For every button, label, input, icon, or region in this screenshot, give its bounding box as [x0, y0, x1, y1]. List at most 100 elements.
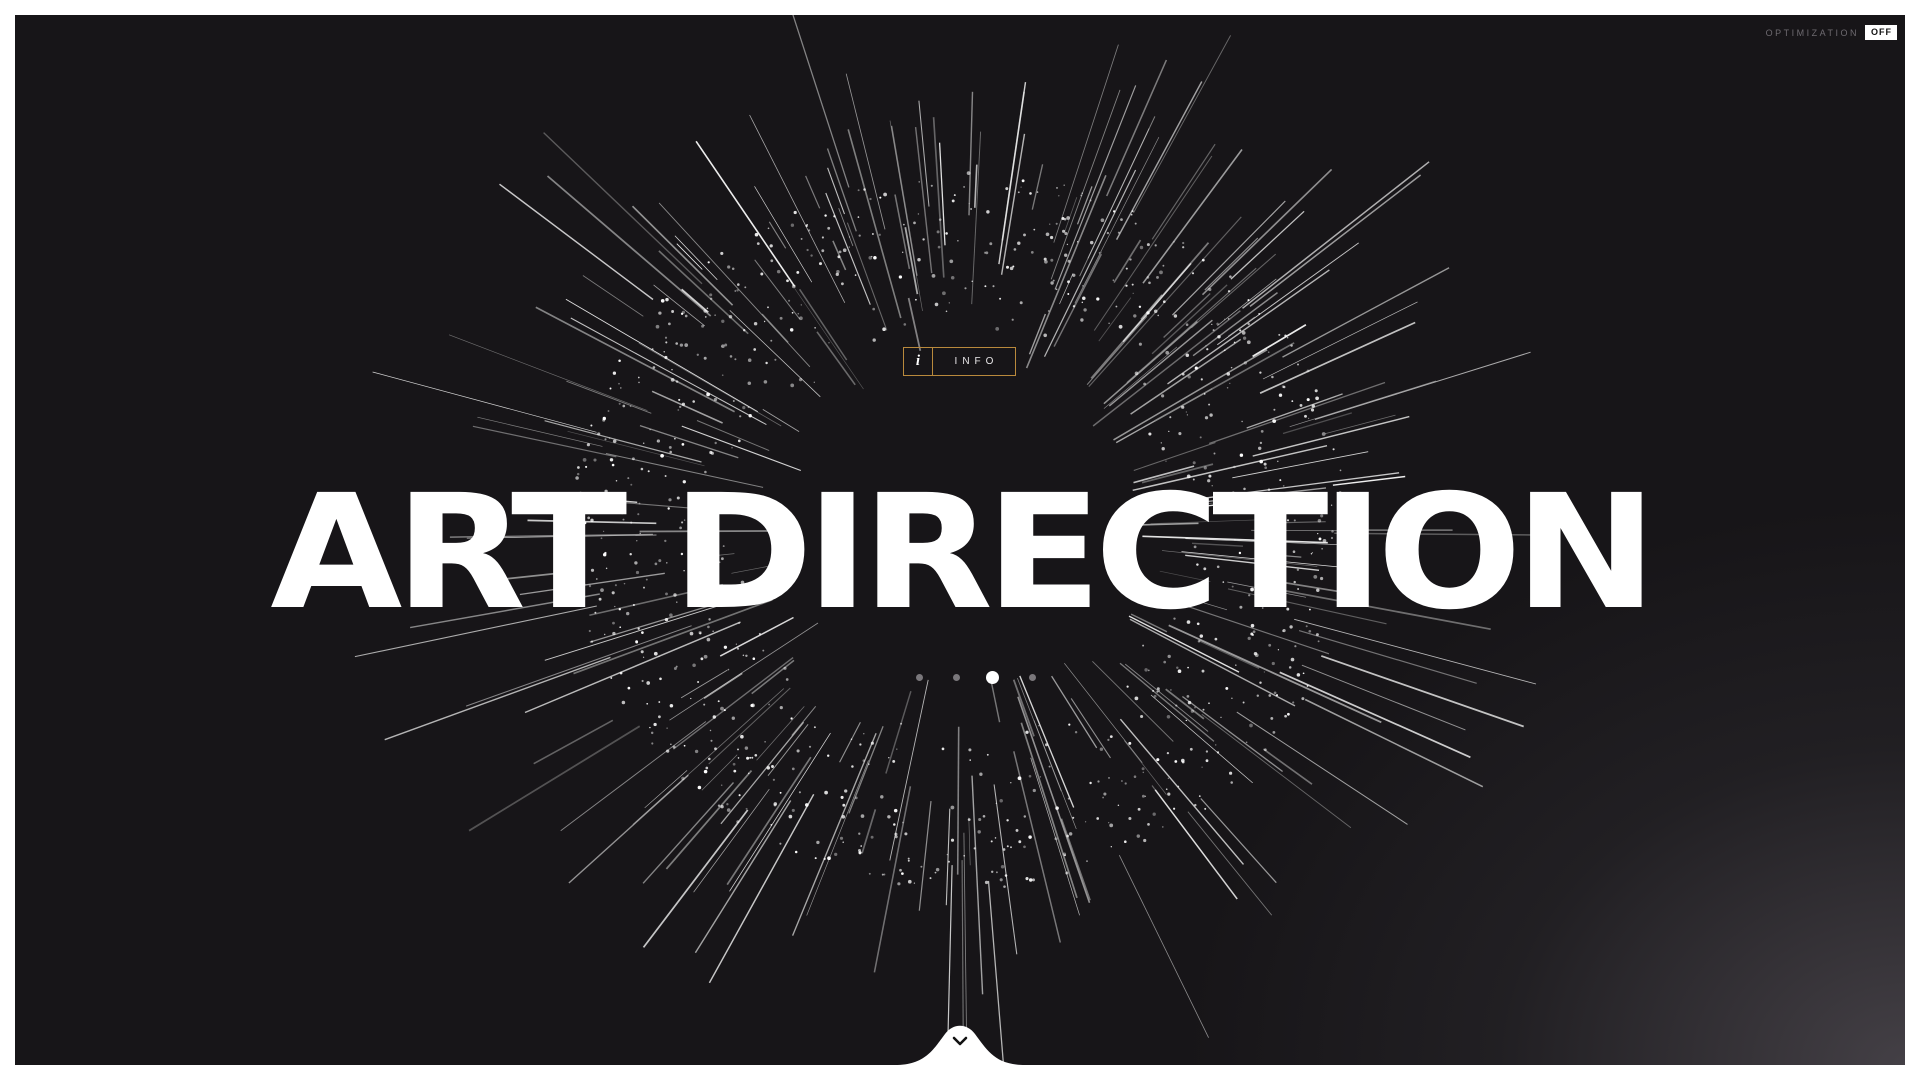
- burst-particle: [762, 649, 765, 652]
- burst-particle: [1067, 259, 1071, 263]
- burst-particle: [1100, 218, 1105, 223]
- burst-particle: [1017, 776, 1022, 781]
- burst-ray: [1171, 200, 1286, 316]
- burst-particle: [834, 852, 838, 857]
- burst-particle: [714, 314, 716, 316]
- scroll-down-button[interactable]: [895, 1018, 1025, 1065]
- burst-particle: [837, 255, 841, 259]
- burst-particle: [1235, 664, 1237, 666]
- burst-particle: [1143, 838, 1147, 843]
- burst-ray: [839, 722, 861, 763]
- burst-particle: [904, 832, 908, 836]
- burst-ray: [756, 706, 805, 761]
- burst-particle: [791, 767, 795, 771]
- burst-particle: [1175, 704, 1178, 707]
- pagination-dot[interactable]: [915, 673, 923, 681]
- burst-ray: [791, 705, 817, 736]
- burst-particle: [1227, 318, 1230, 320]
- burst-ray: [665, 770, 753, 870]
- burst-particle: [670, 743, 672, 745]
- burst-particle: [1214, 744, 1217, 746]
- burst-ray: [1142, 149, 1243, 284]
- pagination-dot-active[interactable]: [985, 670, 999, 684]
- burst-particle: [1167, 792, 1171, 796]
- burst-particle: [720, 784, 723, 786]
- burst-particle: [1047, 310, 1050, 312]
- burst-ray: [1033, 720, 1077, 830]
- burst-ray: [971, 131, 982, 305]
- burst-ray: [1262, 301, 1418, 380]
- burst-particle: [1011, 318, 1014, 321]
- burst-particle: [950, 805, 955, 810]
- burst-ray: [826, 148, 857, 232]
- burst-ray: [749, 114, 846, 303]
- burst-particle: [1013, 248, 1017, 251]
- burst-ray: [768, 221, 787, 249]
- burst-particle: [986, 753, 989, 756]
- burst-particle: [902, 251, 904, 253]
- pagination-dot[interactable]: [952, 673, 960, 681]
- burst-particle: [710, 297, 713, 300]
- burst-particle: [744, 286, 747, 289]
- burst-particle: [706, 392, 710, 397]
- burst-particle: [953, 194, 956, 197]
- burst-particle: [1173, 241, 1175, 243]
- burst-ray: [1304, 698, 1484, 788]
- burst-particle: [1153, 694, 1157, 698]
- burst-particle: [602, 416, 606, 421]
- burst-particle: [1177, 669, 1182, 674]
- burst-particle: [684, 343, 689, 347]
- burst-particle: [971, 280, 973, 282]
- optimization-toggle[interactable]: OPTIMIZATION OFF: [1766, 25, 1897, 40]
- burst-particle: [1263, 671, 1266, 673]
- burst-particle: [705, 766, 709, 770]
- burst-particle: [903, 223, 905, 226]
- burst-ray: [1249, 174, 1422, 307]
- burst-particle: [1278, 393, 1283, 397]
- burst-particle: [1259, 441, 1263, 445]
- burst-particle: [842, 248, 847, 253]
- burst-particle: [948, 860, 950, 863]
- burst-particle: [1321, 432, 1326, 436]
- burst-ray: [570, 317, 767, 426]
- burst-particle: [1032, 878, 1035, 882]
- burst-particle: [945, 310, 948, 313]
- burst-particle: [1163, 660, 1167, 664]
- burst-particle: [740, 734, 744, 739]
- burst-particle: [618, 359, 621, 362]
- burst-particle: [1205, 759, 1209, 763]
- burst-particle: [717, 700, 720, 703]
- burst-particle: [1271, 661, 1275, 666]
- burst-particle: [967, 818, 971, 821]
- burst-particle: [1281, 385, 1285, 388]
- burst-particle: [1292, 701, 1295, 704]
- burst-ray: [1105, 59, 1168, 197]
- burst-particle: [721, 319, 725, 323]
- burst-particle: [903, 323, 907, 326]
- burst-ray: [832, 240, 847, 271]
- burst-particle: [790, 383, 795, 388]
- burst-particle: [1247, 322, 1250, 326]
- burst-ray: [372, 371, 597, 433]
- info-button[interactable]: i INFO: [903, 347, 1016, 376]
- burst-particle: [767, 227, 770, 230]
- burst-ray: [848, 726, 884, 814]
- burst-particle: [1113, 210, 1116, 213]
- burst-ray: [1126, 267, 1257, 384]
- burst-particle: [941, 747, 945, 751]
- burst-particle: [872, 307, 876, 311]
- pagination-dot[interactable]: [1028, 673, 1036, 681]
- optimization-state-badge[interactable]: OFF: [1865, 25, 1897, 40]
- burst-particle: [1006, 819, 1009, 822]
- burst-particle: [1144, 668, 1148, 672]
- burst-particle: [651, 348, 654, 351]
- burst-particle: [712, 715, 716, 719]
- burst-particle: [934, 302, 939, 307]
- burst-particle: [779, 842, 782, 845]
- burst-particle: [863, 733, 865, 735]
- burst-particle: [1003, 885, 1006, 888]
- burst-particle: [783, 666, 787, 670]
- burst-particle: [945, 232, 948, 235]
- burst-particle: [1181, 372, 1185, 376]
- burst-ray: [1242, 161, 1430, 309]
